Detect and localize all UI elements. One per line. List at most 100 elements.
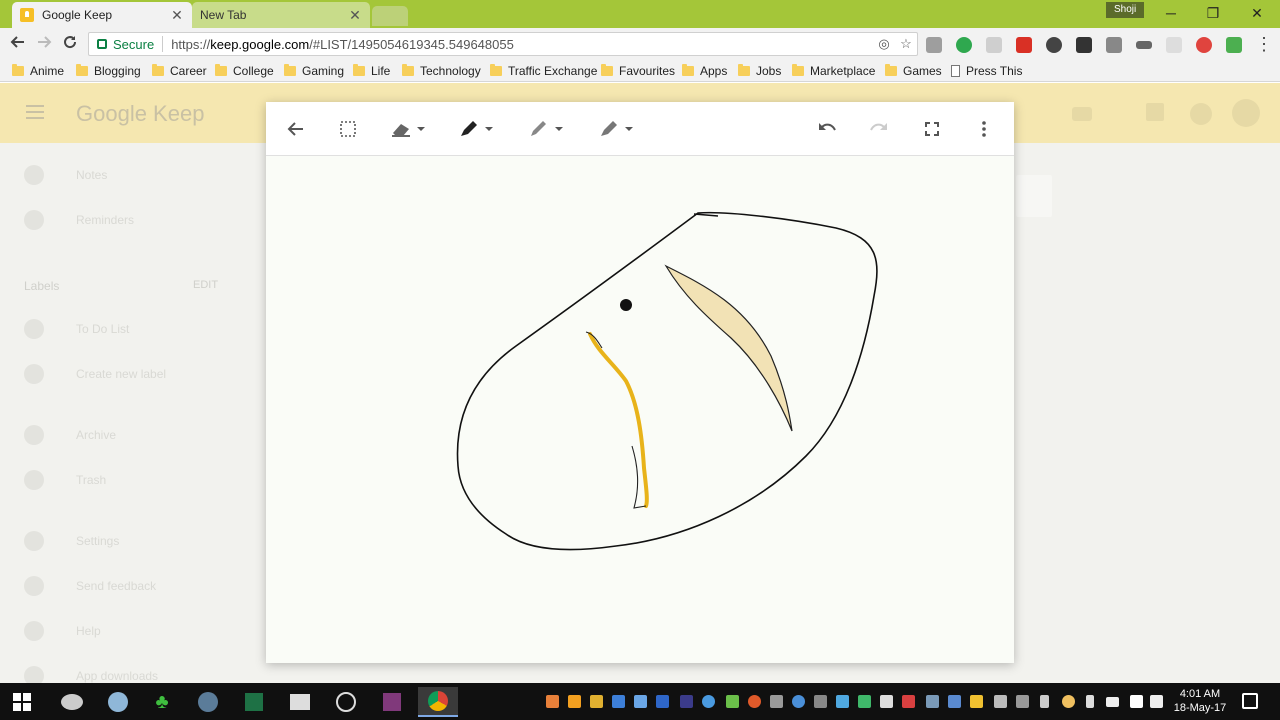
volume-speaker-icon[interactable] (1150, 695, 1163, 708)
bookmark-career[interactable]: Career (152, 63, 207, 79)
bookmark-technology[interactable]: Technology (402, 63, 481, 79)
apps-grid-icon[interactable] (1146, 103, 1164, 121)
tab-close-icon[interactable]: ✕ (170, 7, 184, 24)
bookmark-apps[interactable]: Apps (682, 63, 727, 79)
extension-cube-icon[interactable] (1106, 37, 1122, 53)
close-window-button[interactable]: ✕ (1242, 4, 1272, 24)
tray-app-icon[interactable] (702, 695, 715, 708)
tray-app-icon[interactable] (748, 695, 761, 708)
sidebar-item-help[interactable]: Help (24, 621, 101, 641)
notifications-icon[interactable] (1190, 103, 1212, 125)
tray-app-icon[interactable] (970, 695, 983, 708)
redo-button[interactable] (868, 116, 890, 142)
pen-tool-button[interactable] (458, 116, 493, 142)
bookmark-press-this[interactable]: Press This (951, 63, 1022, 79)
tray-app-icon[interactable] (1016, 695, 1029, 708)
maximize-button[interactable]: ❐ (1198, 4, 1228, 24)
extension-green-icon[interactable] (956, 37, 972, 53)
volume-icon[interactable] (1130, 695, 1143, 708)
note-card[interactable] (1016, 175, 1052, 217)
tray-app-icon[interactable] (612, 695, 625, 708)
taskbar-app-chrome[interactable] (418, 687, 458, 717)
tray-app-icon[interactable] (902, 695, 915, 708)
list-view-icon[interactable] (1072, 107, 1092, 121)
taskbar-app-1[interactable] (52, 687, 92, 717)
windows-start-button[interactable] (2, 687, 42, 717)
download-extension-icon[interactable] (926, 37, 942, 53)
tab-google-keep[interactable]: Google Keep ✕ (12, 2, 192, 28)
extension-red-icon[interactable] (1016, 37, 1032, 53)
profile-chip[interactable]: Shoji (1106, 2, 1145, 18)
tray-app-icon[interactable] (858, 695, 871, 708)
tray-app-icon[interactable] (568, 695, 581, 708)
bookmark-blogging[interactable]: Blogging (76, 63, 141, 79)
taskbar-app-explorer[interactable] (280, 687, 320, 717)
battery-icon[interactable] (1040, 695, 1049, 708)
taskbar-app-obs[interactable] (326, 687, 366, 717)
sidebar-item-app-downloads[interactable]: App downloads (24, 666, 158, 683)
tray-app-icon[interactable] (680, 695, 693, 708)
bookmark-star-icon[interactable]: ☆ (895, 36, 917, 52)
more-options-button[interactable] (974, 116, 994, 142)
tray-app-icon[interactable] (770, 695, 783, 708)
marker-tool-button[interactable] (528, 116, 563, 142)
tray-app-icon[interactable] (994, 695, 1007, 708)
taskbar-app-steam[interactable] (188, 687, 228, 717)
sidebar-item-send-feedback[interactable]: Send feedback (24, 576, 156, 596)
drawing-canvas[interactable] (266, 156, 1014, 663)
chrome-menu-icon[interactable]: ⋮ (1254, 34, 1274, 54)
tray-app-icon[interactable] (590, 695, 603, 708)
tab-new-tab[interactable]: New Tab ✕ (192, 2, 370, 28)
tray-app-icon[interactable] (814, 695, 827, 708)
taskbar-app-onenote[interactable] (372, 687, 412, 717)
select-tool-button[interactable] (338, 116, 358, 142)
bookmark-jobs[interactable]: Jobs (738, 63, 781, 79)
tray-app-icon[interactable] (948, 695, 961, 708)
forward-button[interactable] (34, 34, 54, 54)
new-tab-button[interactable] (372, 6, 408, 26)
translate-icon[interactable]: ◎ (873, 36, 895, 52)
sidebar-item-reminders[interactable]: Reminders (24, 210, 134, 230)
sidebar-item-settings[interactable]: Settings (24, 531, 119, 551)
avatar[interactable] (1232, 99, 1260, 127)
wifi-icon[interactable] (1106, 697, 1119, 707)
tray-app-icon[interactable] (546, 695, 559, 708)
extension-auto-icon[interactable] (1226, 37, 1242, 53)
bookmark-anime[interactable]: Anime (12, 63, 64, 79)
extension-s-icon[interactable] (986, 37, 1002, 53)
tab-close-icon[interactable]: ✕ (348, 7, 362, 24)
back-arrow-button[interactable] (286, 116, 306, 142)
tray-app-icon[interactable] (726, 695, 739, 708)
extension-grey-icon[interactable] (1166, 37, 1182, 53)
back-button[interactable] (8, 34, 28, 54)
tray-app-icon[interactable] (836, 695, 849, 708)
undo-button[interactable] (816, 116, 838, 142)
sidebar-item-trash[interactable]: Trash (24, 470, 106, 490)
tray-app-icon[interactable] (1062, 695, 1075, 708)
main-menu-icon[interactable] (26, 105, 44, 119)
sidebar-item-create-label[interactable]: Create new label (24, 364, 166, 384)
tray-app-icon[interactable] (792, 695, 805, 708)
sidebar-item-notes[interactable]: Notes (24, 165, 107, 185)
tray-app-icon[interactable] (880, 695, 893, 708)
action-center-icon[interactable] (1242, 693, 1258, 709)
bookmark-marketplace[interactable]: Marketplace (792, 63, 875, 79)
sidebar-item-archive[interactable]: Archive (24, 425, 116, 445)
highlighter-tool-button[interactable] (598, 116, 633, 142)
extension-dark-icon[interactable] (1076, 37, 1092, 53)
reload-button[interactable] (60, 34, 80, 54)
taskbar-clock[interactable]: 4:01 AM 18-May-17 (1168, 687, 1232, 715)
sidebar-item-to-do-list[interactable]: To Do List (24, 319, 129, 339)
bluetooth-icon[interactable] (1086, 695, 1094, 708)
extension-key-icon[interactable] (1136, 41, 1152, 49)
bookmark-gaming[interactable]: Gaming (284, 63, 344, 79)
taskbar-app-excel[interactable] (234, 687, 274, 717)
extension-chrome-icon[interactable] (1196, 37, 1212, 53)
bookmark-favourites[interactable]: Favourites (601, 63, 675, 79)
extension-sync-icon[interactable] (1046, 37, 1062, 53)
taskbar-app-clover[interactable]: ♣ (142, 687, 182, 717)
minimize-button[interactable]: ─ (1156, 4, 1186, 24)
address-bar[interactable]: Secure https://keep.google.com/#LIST/149… (88, 32, 918, 56)
tray-app-icon[interactable] (634, 695, 647, 708)
bookmark-college[interactable]: College (215, 63, 274, 79)
